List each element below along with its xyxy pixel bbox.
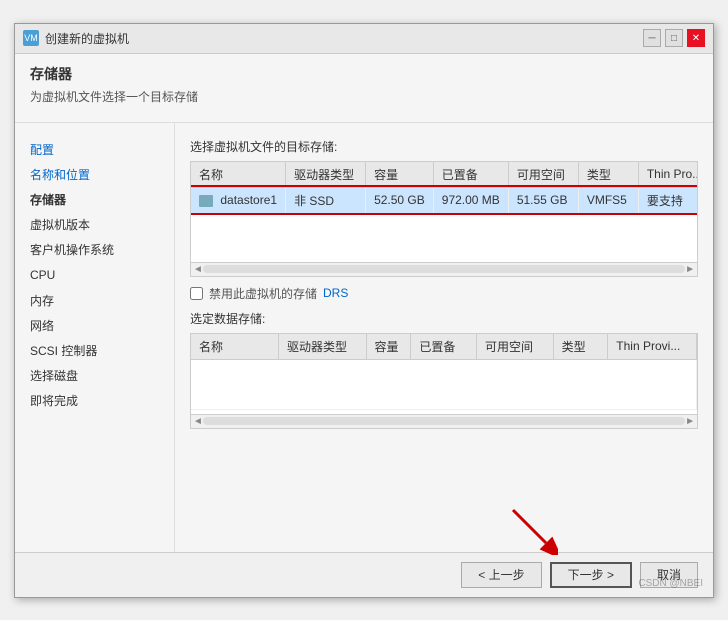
window-title: 创建新的虚拟机: [45, 30, 129, 47]
empty-row: [191, 359, 697, 409]
title-bar: VM 创建新的虚拟机 ─ □ ✕: [15, 24, 713, 54]
select-storage-scroll-area[interactable]: 名称 驱动器类型 容量 已置备 可用空间 类型 Thin Provi...: [191, 334, 697, 414]
sidebar-item-name[interactable]: 名称和位置: [25, 163, 164, 188]
row-driver-type: 非 SSD: [286, 187, 366, 213]
sidebar-item-finish[interactable]: 即将完成: [25, 389, 164, 414]
sel-col-name: 名称: [191, 334, 279, 360]
datastore-table: 名称 驱动器类型 容量 已置备 可用空间 类型 Thin Pro...: [191, 162, 697, 214]
row-name-text: datastore1: [220, 193, 277, 207]
sidebar-item-os[interactable]: 客户机操作系统: [25, 238, 164, 263]
sidebar: 配置 名称和位置 存储器 虚拟机版本 客户机操作系统 CPU 内存 网络 SCS…: [15, 123, 175, 552]
bottom-table-scrollbar[interactable]: ◄ ►: [191, 414, 697, 428]
select-storage-label: 选定数据存储:: [190, 310, 698, 327]
select-storage-table-container: 名称 驱动器类型 容量 已置备 可用空间 类型 Thin Provi...: [190, 333, 698, 429]
row-provisioned: 972.00 MB: [433, 187, 508, 213]
sel-col-provisioned: 已置备: [411, 334, 477, 360]
col-free-space: 可用空间: [508, 162, 578, 188]
top-table-scrollbar[interactable]: ◄ ►: [191, 262, 697, 276]
col-name: 名称: [191, 162, 286, 188]
col-thin-prov: Thin Pro...: [638, 162, 697, 188]
col-driver-type: 驱动器类型: [286, 162, 366, 188]
row-free-space: 51.55 GB: [508, 187, 578, 213]
sel-col-capacity: 容量: [366, 334, 411, 360]
drs-label-prefix: 禁用此虚拟机的存储: [209, 285, 317, 302]
drs-label-link: DRS: [323, 286, 348, 300]
main-window: VM 创建新的虚拟机 ─ □ ✕ 存储器 为虚拟机文件选择一个目标存储 配置 名…: [14, 23, 714, 598]
footer: < 上一步 下一步 > 取消: [15, 552, 713, 597]
minimize-button[interactable]: ─: [643, 29, 661, 47]
scrollbar-track: [203, 265, 685, 273]
watermark: CSDN @NBEI: [638, 578, 703, 589]
table-label: 选择虚拟机文件的目标存储:: [190, 138, 698, 155]
page-header: 存储器 为虚拟机文件选择一个目标存储: [15, 54, 713, 123]
checkbox-row: 禁用此虚拟机的存储 DRS: [190, 285, 698, 302]
sidebar-item-network[interactable]: 网络: [25, 314, 164, 339]
sidebar-item-cpu[interactable]: CPU: [25, 263, 164, 288]
table-row[interactable]: datastore1 非 SSD 52.50 GB 972.00 MB 51.5…: [191, 187, 697, 213]
sidebar-item-version[interactable]: 虚拟机版本: [25, 213, 164, 238]
red-arrow: [508, 505, 558, 555]
maximize-button[interactable]: □: [665, 29, 683, 47]
sidebar-item-disk[interactable]: 选择磁盘: [25, 364, 164, 389]
sidebar-item-storage[interactable]: 存储器: [25, 188, 164, 213]
close-button[interactable]: ✕: [687, 29, 705, 47]
main-panel: 选择虚拟机文件的目标存储: 名称 驱动器类型 容量 已置备 可用空间 类型: [175, 123, 713, 552]
content-area: 配置 名称和位置 存储器 虚拟机版本 客户机操作系统 CPU 内存 网络 SCS…: [15, 123, 713, 552]
back-button[interactable]: < 上一步: [461, 562, 541, 588]
sel-col-free-space: 可用空间: [477, 334, 554, 360]
col-type: 类型: [578, 162, 638, 188]
sel-col-type: 类型: [553, 334, 608, 360]
row-capacity: 52.50 GB: [366, 187, 434, 213]
col-provisioned: 已置备: [433, 162, 508, 188]
col-capacity: 容量: [366, 162, 434, 188]
sel-col-driver-type: 驱动器类型: [279, 334, 367, 360]
page-title: 存储器: [30, 64, 698, 84]
sel-col-thin-prov: Thin Provi...: [608, 334, 697, 360]
page-description: 为虚拟机文件选择一个目标存储: [30, 88, 698, 105]
sidebar-item-scsi[interactable]: SCSI 控制器: [25, 339, 164, 364]
sidebar-item-config[interactable]: 配置: [25, 138, 164, 163]
next-button[interactable]: 下一步 >: [550, 562, 632, 588]
datastore-scroll-area[interactable]: 名称 驱动器类型 容量 已置备 可用空间 类型 Thin Pro...: [191, 162, 697, 262]
datastore-icon: [199, 195, 213, 207]
sidebar-item-memory[interactable]: 内存: [25, 289, 164, 314]
row-type: VMFS5: [578, 187, 638, 213]
row-thin-prov: 要支持: [638, 187, 697, 213]
datastore-table-container: 名称 驱动器类型 容量 已置备 可用空间 类型 Thin Pro...: [190, 161, 698, 277]
window-controls: ─ □ ✕: [643, 29, 705, 47]
row-name: datastore1: [191, 187, 286, 213]
window-icon: VM: [23, 30, 39, 46]
select-storage-table: 名称 驱动器类型 容量 已置备 可用空间 类型 Thin Provi...: [191, 334, 697, 410]
drs-checkbox[interactable]: [190, 287, 203, 300]
bottom-scrollbar-track: [203, 417, 685, 425]
